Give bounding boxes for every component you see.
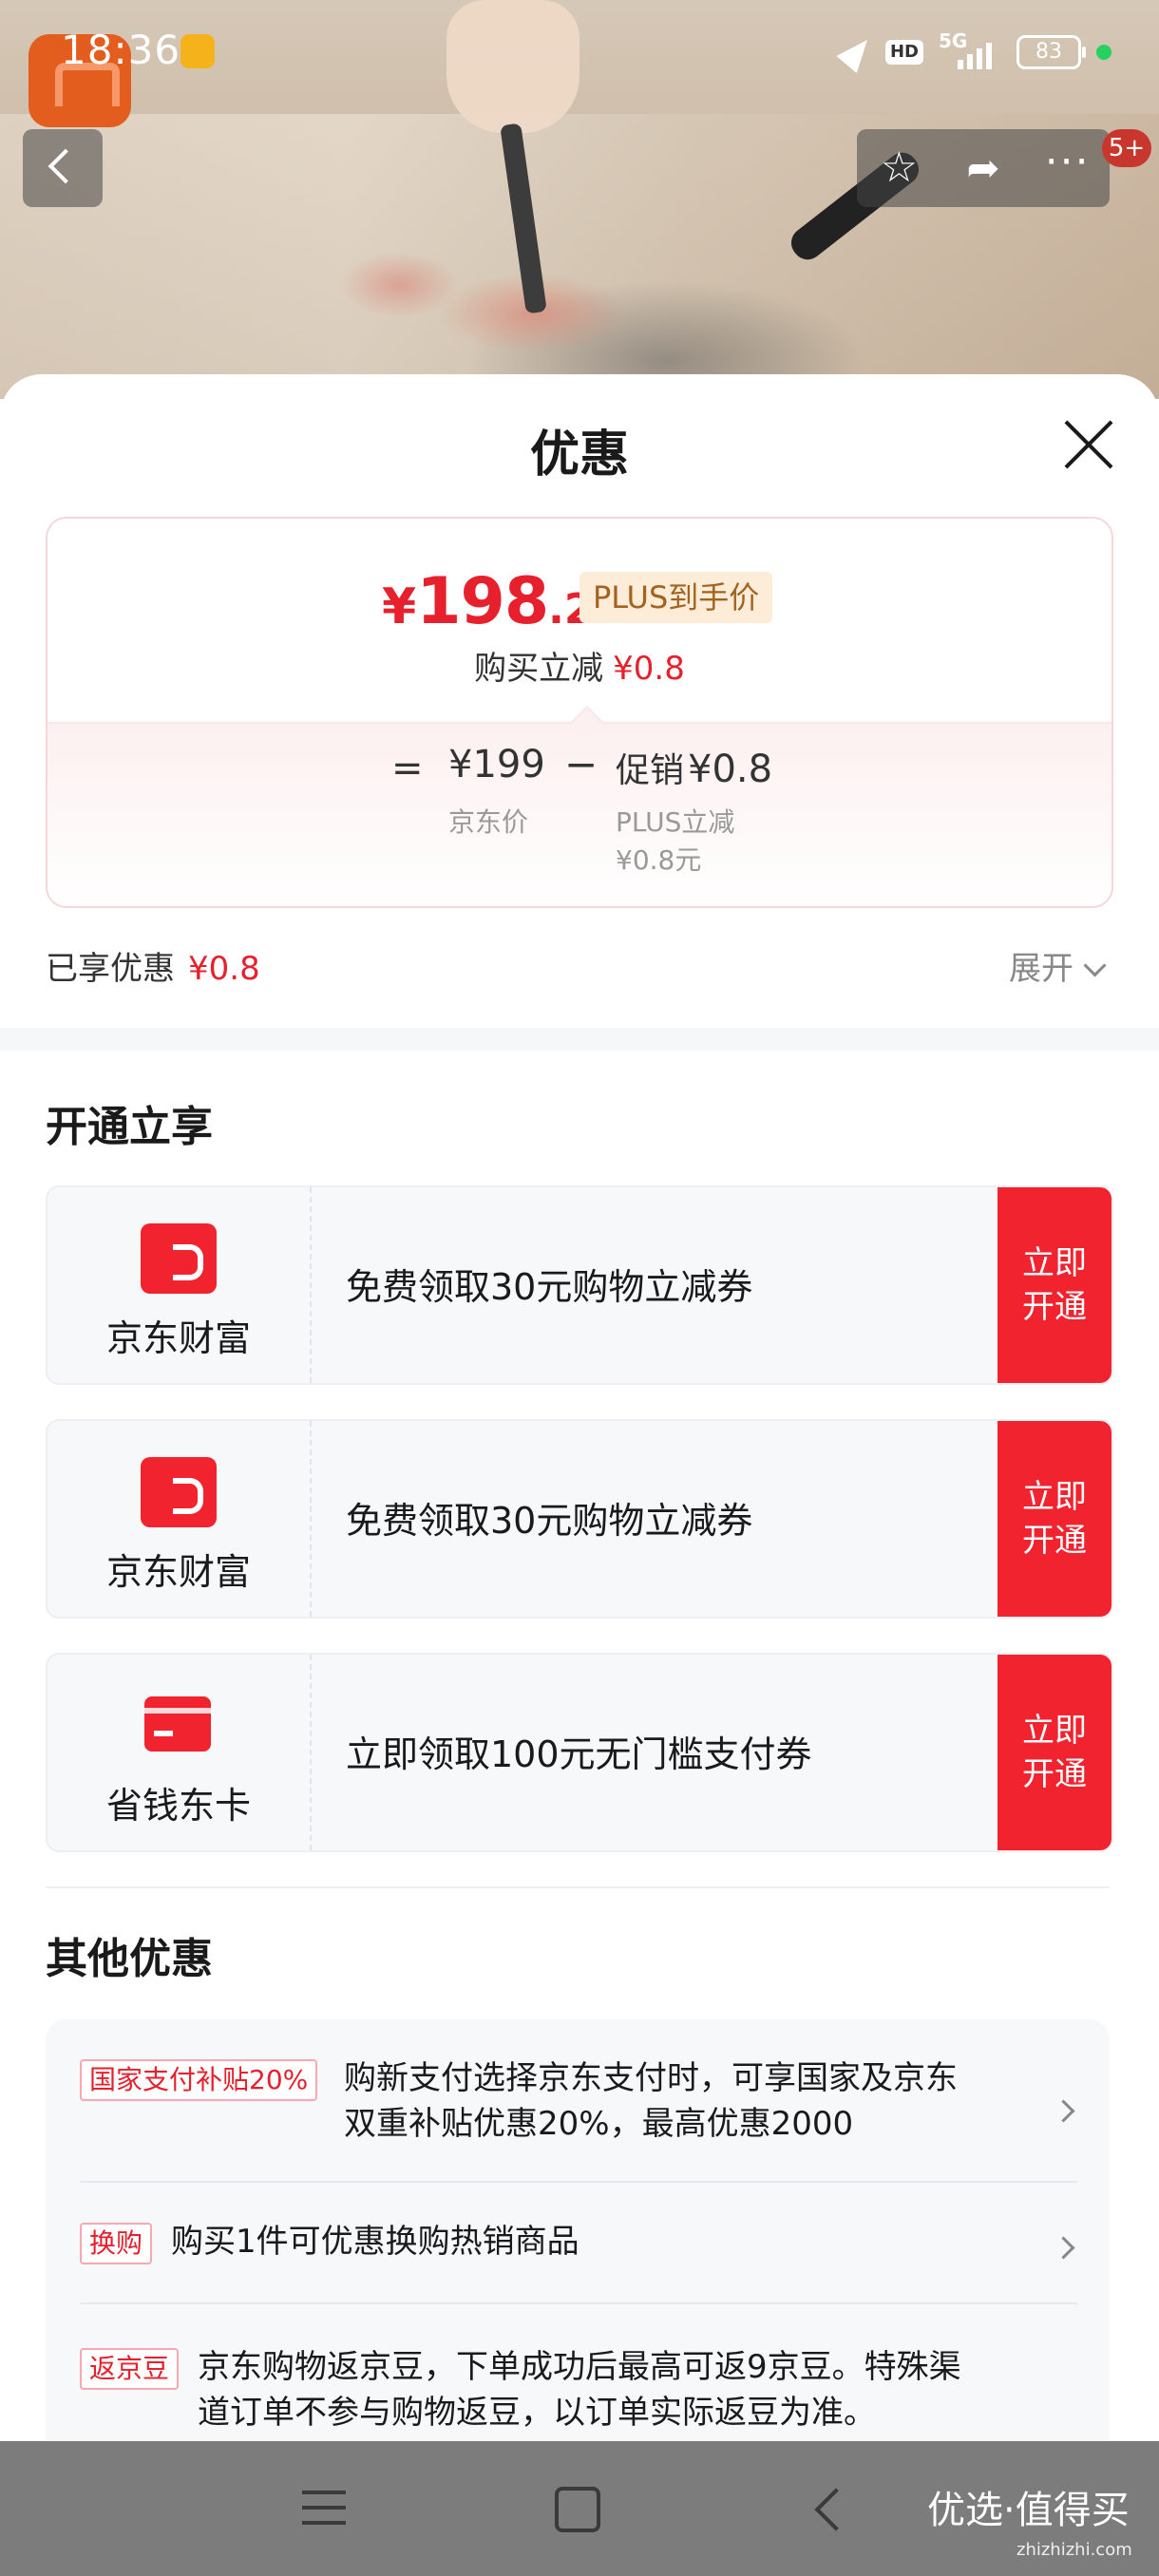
back-button[interactable] bbox=[23, 129, 103, 207]
activate-button[interactable]: 立即开通 bbox=[998, 1655, 1112, 1850]
home-icon[interactable] bbox=[555, 2487, 600, 2532]
calc-minus: − bbox=[564, 741, 598, 787]
jd-finance-icon bbox=[141, 1223, 217, 1294]
offer-brand: 京东财富 bbox=[48, 1421, 312, 1617]
calc-equals: = bbox=[391, 747, 424, 790]
watermark: 优选·值得买 bbox=[927, 2489, 1130, 2532]
jd-finance-icon bbox=[141, 1457, 217, 1527]
list-item[interactable]: 国家支付补贴20% 购新支付选择京东支付时，可享国家及京东 双重补贴优惠20%，… bbox=[80, 2059, 1077, 2164]
close-icon[interactable] bbox=[1062, 418, 1115, 471]
plus-price-tag: PLUS到手价 bbox=[580, 572, 773, 623]
menu-icon[interactable] bbox=[302, 2491, 346, 2529]
battery-icon: 83 bbox=[1016, 35, 1086, 69]
offer-text: 免费领取30元购物立减券 bbox=[346, 1266, 753, 1308]
offer-tag: 换购 bbox=[80, 2223, 153, 2264]
jd-price: ¥199 bbox=[448, 743, 545, 786]
hd-icon: HD bbox=[884, 40, 923, 65]
offer-row: 省钱东卡 立即领取100元无门槛支付券 立即开通 bbox=[46, 1653, 1113, 1852]
plus-reduce-label: PLUS立减 bbox=[616, 806, 735, 838]
notification-icon bbox=[180, 34, 215, 68]
section-divider bbox=[0, 1028, 1159, 1051]
favorite-star-icon[interactable]: ☆ bbox=[857, 129, 941, 207]
activate-section-title: 开通立享 bbox=[46, 1103, 213, 1151]
location-arrow-icon bbox=[836, 30, 878, 74]
offer-text: 免费领取30元购物立减券 bbox=[346, 1500, 753, 1542]
offer-brand: 省钱东卡 bbox=[48, 1655, 312, 1850]
list-item[interactable]: 换购 购买1件可优惠换购热销商品 bbox=[80, 2223, 1077, 2280]
chevron-left-icon bbox=[48, 148, 84, 184]
divider bbox=[46, 1886, 1110, 1888]
activate-button[interactable]: 立即开通 bbox=[998, 1421, 1112, 1617]
offer-text: 立即领取100元无门槛支付券 bbox=[346, 1733, 812, 1775]
discount-sheet: 优惠 ¥198.2 PLUS到手价 购买立减 ¥0.8 = ¥199 京东价 − … bbox=[0, 374, 1159, 2576]
back-nav-icon[interactable] bbox=[814, 2488, 858, 2531]
plus-reduce-amount: ¥0.8元 bbox=[616, 844, 702, 876]
privacy-indicator-icon bbox=[1096, 45, 1112, 60]
chevron-down-icon bbox=[1083, 954, 1107, 977]
other-section-title: 其他优惠 bbox=[46, 1935, 213, 1983]
signal-icon: 5G bbox=[939, 29, 1001, 71]
more-icon[interactable]: ··· bbox=[1025, 129, 1110, 207]
status-bar: 18:36 HD 5G 83 bbox=[0, 0, 1159, 104]
chevron-right-icon bbox=[1052, 2236, 1075, 2260]
offer-row: 京东财富 免费领取30元购物立减券 立即开通 bbox=[46, 1185, 1113, 1385]
top-action-bar: ☆ ➦ ··· bbox=[857, 129, 1110, 207]
message-badge[interactable]: 5+ bbox=[1102, 129, 1151, 167]
price-card: ¥198.2 PLUS到手价 购买立减 ¥0.8 = ¥199 京东价 − 促销 ¥… bbox=[46, 517, 1113, 908]
chevron-right-icon bbox=[1052, 2099, 1075, 2123]
activate-button[interactable]: 立即开通 bbox=[998, 1187, 1112, 1383]
status-time: 18:36 bbox=[61, 27, 181, 73]
sheet-title: 优惠 bbox=[529, 426, 629, 483]
instant-reduce-line: 购买立减 ¥0.8 bbox=[474, 650, 685, 688]
offer-row: 京东财富 免费领取30元购物立减券 立即开通 bbox=[46, 1419, 1113, 1619]
system-nav-bar: 优选·值得买 zhizhizhi.com bbox=[0, 2441, 1159, 2576]
offer-tag: 返京豆 bbox=[80, 2348, 180, 2390]
enjoyed-discount: 已享优惠 ¥0.8 bbox=[46, 950, 260, 988]
expand-button[interactable]: 展开 bbox=[1009, 942, 1107, 989]
offer-tag: 国家支付补贴20% bbox=[80, 2059, 318, 2101]
share-icon[interactable]: ➦ bbox=[941, 129, 1026, 207]
offer-brand: 京东财富 bbox=[48, 1187, 312, 1383]
list-item[interactable]: 返京豆 京东购物返京豆，下单成功后最高可返9京豆。特殊渠 道订单不参与购物返豆，… bbox=[80, 2348, 1077, 2453]
card-icon bbox=[144, 1696, 211, 1752]
final-price: ¥198.2 bbox=[382, 564, 594, 639]
watermark-url: zhizhizhi.com bbox=[1016, 2540, 1132, 2560]
promo-amount: 促销 ¥0.8 bbox=[616, 748, 773, 791]
jd-price-label: 京东价 bbox=[448, 806, 529, 838]
